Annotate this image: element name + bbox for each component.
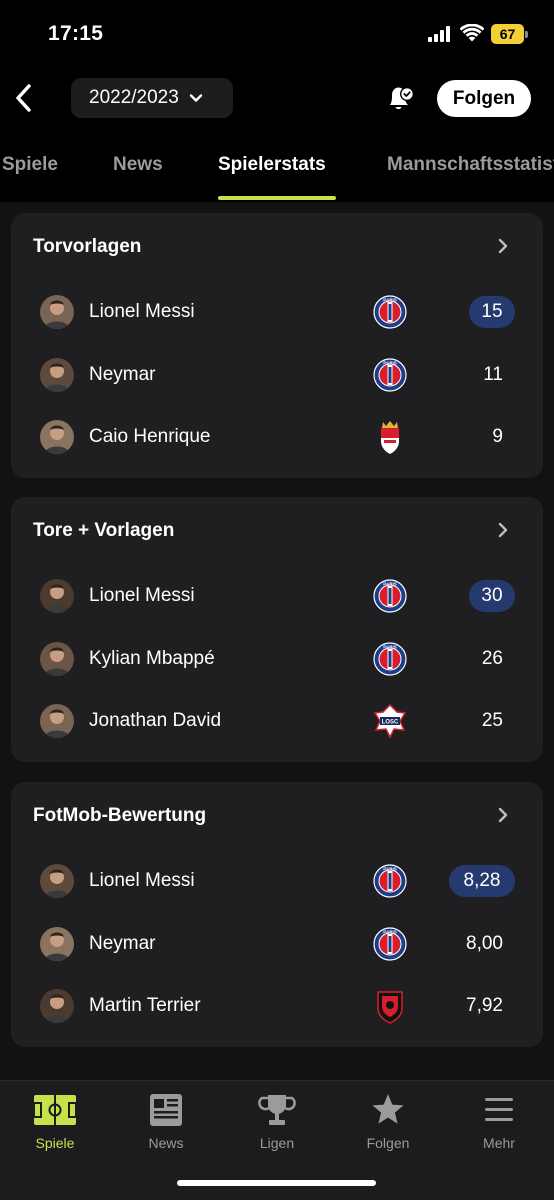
- chevron-right-icon[interactable]: [496, 521, 510, 539]
- player-row[interactable]: Kylian Mbappé PARIS 26: [11, 628, 543, 690]
- player-name: Kylian Mbappé: [89, 648, 215, 669]
- stat-value: 7,92: [466, 995, 503, 1016]
- chevron-right-icon[interactable]: [496, 806, 510, 824]
- season-label: 2022/2023: [89, 87, 179, 108]
- chevron-left-icon: [16, 84, 31, 112]
- newspaper-icon: [150, 1094, 182, 1126]
- stat-value-highlight: 15: [469, 296, 515, 328]
- trophy-icon: [258, 1095, 296, 1125]
- player-name: Lionel Messi: [89, 870, 195, 891]
- tab-spiele[interactable]: Spiele: [2, 154, 58, 176]
- svg-text:PARIS: PARIS: [383, 582, 396, 587]
- svg-text:LOSC: LOSC: [382, 720, 399, 726]
- stat-card: Tore + Vorlagen Lionel Messi PARIS 30 Kylian…: [11, 497, 543, 762]
- player-row[interactable]: Neymar PARIS 8,00: [11, 913, 543, 975]
- nav-folgen[interactable]: Folgen: [333, 1093, 443, 1153]
- card-title[interactable]: Tore + Vorlagen: [33, 520, 174, 542]
- cellular-signal-icon: [428, 26, 454, 42]
- follow-button[interactable]: Folgen: [437, 80, 531, 117]
- stat-value: 25: [481, 710, 503, 731]
- tab-news[interactable]: News: [113, 154, 163, 176]
- chevron-down-icon: [189, 94, 203, 102]
- stat-value: 9: [492, 426, 503, 447]
- menu-icon: [485, 1098, 513, 1121]
- player-row[interactable]: Lionel Messi PARIS 15: [11, 281, 543, 343]
- star-icon: [372, 1094, 404, 1124]
- avatar: [40, 420, 74, 454]
- club-logo-psg: PARIS: [373, 578, 407, 614]
- stat-card: Torvorlagen Lionel Messi PARIS 15 Neymar PARI…: [11, 213, 543, 478]
- player-name: Jonathan David: [89, 710, 222, 731]
- player-row[interactable]: Lionel Messi PARIS 30: [11, 565, 543, 627]
- nav-label: Spiele: [35, 1135, 75, 1151]
- stat-value: 8,00: [466, 933, 503, 954]
- svg-text:PARIS: PARIS: [383, 298, 396, 303]
- card-title[interactable]: Torvorlagen: [33, 236, 141, 258]
- back-button[interactable]: [8, 78, 38, 118]
- stat-value-highlight: 30: [469, 580, 515, 612]
- home-indicator: [177, 1180, 376, 1186]
- status-time: 17:15: [48, 22, 104, 45]
- player-name: Lionel Messi: [89, 301, 195, 322]
- tab-spielerstats[interactable]: Spielerstats: [218, 154, 326, 176]
- active-tab-indicator: [218, 196, 336, 200]
- avatar: [40, 927, 74, 961]
- season-dropdown[interactable]: 2022/2023: [71, 78, 233, 118]
- player-name: Caio Henrique: [89, 426, 211, 447]
- nav-label: Ligen: [259, 1135, 295, 1151]
- avatar: [40, 295, 74, 329]
- nav-news[interactable]: News: [111, 1093, 221, 1153]
- battery-level: 67: [491, 24, 524, 44]
- club-logo-psg: PARIS: [373, 294, 407, 330]
- notification-bell-button[interactable]: [381, 78, 417, 118]
- nav-ligen[interactable]: Ligen: [222, 1093, 332, 1153]
- nav-mehr[interactable]: Mehr: [444, 1093, 554, 1153]
- svg-text:PARIS: PARIS: [383, 867, 396, 872]
- battery-icon: 67: [491, 24, 528, 44]
- bell-check-icon: [390, 87, 414, 110]
- club-logo-psg: PARIS: [373, 357, 407, 393]
- club-logo-psg: PARIS: [373, 926, 407, 962]
- status-bar: 17:15 67: [0, 0, 554, 70]
- header: 2022/2023 Folgen: [0, 70, 554, 130]
- svg-text:PARIS: PARIS: [383, 361, 396, 366]
- avatar: [40, 704, 74, 738]
- nav-label: Folgen: [366, 1135, 410, 1151]
- tab-bar: Spiele News Spielerstats Mannschaftsstat…: [0, 138, 554, 202]
- avatar: [40, 579, 74, 613]
- avatar: [40, 642, 74, 676]
- avatar: [40, 358, 74, 392]
- stat-card: FotMob-Bewertung Lionel Messi PARIS 8,28 Ney…: [11, 782, 543, 1047]
- club-logo-rennes: [373, 988, 407, 1024]
- svg-text:PARIS: PARIS: [383, 930, 396, 935]
- nav-label: News: [148, 1135, 184, 1151]
- club-logo-monaco: [373, 419, 407, 455]
- chevron-right-icon[interactable]: [496, 237, 510, 255]
- nav-label: Mehr: [483, 1135, 515, 1151]
- player-row[interactable]: Neymar PARIS 11: [11, 344, 543, 406]
- stat-value: 26: [481, 648, 503, 669]
- player-row[interactable]: Caio Henrique 9: [11, 406, 543, 468]
- avatar: [40, 864, 74, 898]
- club-logo-lille: LOSC: [373, 703, 407, 739]
- nav-spiele[interactable]: Spiele: [0, 1093, 110, 1153]
- player-row[interactable]: Jonathan David LOSC 25: [11, 690, 543, 752]
- stat-value: 11: [483, 364, 503, 385]
- card-title[interactable]: FotMob-Bewertung: [33, 805, 206, 827]
- player-row[interactable]: Martin Terrier 7,92: [11, 975, 543, 1037]
- player-name: Martin Terrier: [89, 995, 201, 1016]
- svg-text:PARIS: PARIS: [383, 645, 396, 650]
- player-name: Lionel Messi: [89, 585, 195, 606]
- club-logo-psg: PARIS: [373, 863, 407, 899]
- player-name: Neymar: [89, 933, 156, 954]
- pitch-icon: [33, 1095, 77, 1125]
- wifi-icon: [460, 24, 484, 42]
- player-row[interactable]: Lionel Messi PARIS 8,28: [11, 850, 543, 912]
- stat-value-highlight: 8,28: [449, 865, 515, 897]
- tab-mannschaftsstatistiken[interactable]: Mannschaftsstatistiken: [387, 154, 554, 176]
- avatar: [40, 989, 74, 1023]
- club-logo-psg: PARIS: [373, 641, 407, 677]
- player-name: Neymar: [89, 364, 156, 385]
